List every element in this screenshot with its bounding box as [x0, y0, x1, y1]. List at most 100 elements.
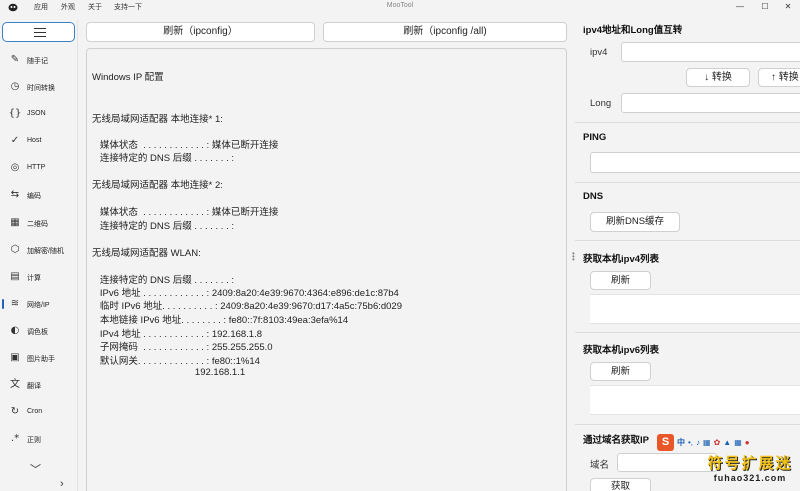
- notepad-icon: ✎: [10, 54, 20, 65]
- check-icon: ✓: [10, 135, 20, 146]
- mootool-window: 应用 外观 关于 支持一下 MooTool — ☐ ✕ ✎ 随手记 ◷ 时间转换 {} J…: [0, 0, 800, 491]
- watermark-title: 符号扩展迷: [707, 455, 793, 472]
- ipconfig-output[interactable]: Windows IP 配置 无线局域网适配器 本地连接* 1: 媒体状态 . .…: [86, 48, 567, 491]
- ipv4-list: [590, 294, 800, 324]
- sidebar-item-label: Host: [27, 137, 42, 144]
- refresh-ipconfig-button[interactable]: 刷新（ipconfig）: [86, 22, 315, 42]
- sogou-ime-icon[interactable]: S: [657, 433, 674, 451]
- sidebar-item[interactable]: {} JSON: [0, 103, 78, 125]
- title-bar: 应用 外观 关于 支持一下 MooTool — ☐ ✕: [0, 0, 800, 14]
- output-line: 192.168.1.1: [92, 367, 246, 378]
- get-ip-button[interactable]: 获取: [590, 478, 651, 491]
- refresh-ipconfig-all-button[interactable]: 刷新（ipconfig /all): [323, 22, 567, 42]
- output-line: 连接特定的 DNS 后缀 . . . . . . . :: [92, 221, 234, 232]
- palette-icon: ◐: [10, 325, 20, 336]
- sidebar-item-label: 二维码: [27, 221, 48, 228]
- sidebar-item-label: 加解密/随机: [27, 248, 64, 255]
- regex-icon: .*: [10, 433, 20, 444]
- sidebar-item[interactable]: ✓ Host: [0, 130, 78, 152]
- clock-icon: ◷: [10, 81, 20, 92]
- sidebar-item[interactable]: ▦ 二维码: [0, 212, 78, 234]
- ipv4-list-title: 获取本机ipv4列表: [583, 254, 660, 265]
- keyboard-icon[interactable]: ▦: [703, 438, 711, 447]
- output-line: 连接特定的 DNS 后缀 . . . . . . . :: [92, 153, 234, 164]
- output-line: 媒体状态 . . . . . . . . . . . . : 媒体已断开连接: [92, 140, 279, 151]
- sidebar-item[interactable]: ▣ 图片助手: [0, 347, 78, 369]
- sidebar-item[interactable]: .* 正则: [0, 428, 78, 450]
- output-line: 默认网关. . . . . . . . . . . . . : fe80::1%…: [92, 356, 260, 367]
- ime-punct[interactable]: •,: [688, 438, 693, 447]
- divider: [575, 332, 800, 333]
- gift-icon[interactable]: ✿: [714, 438, 721, 447]
- ipv6-list-title: 获取本机ipv6列表: [583, 345, 660, 356]
- ime-mode[interactable]: 中: [677, 437, 685, 448]
- calculator-icon: ▤: [10, 271, 20, 282]
- shirt-icon[interactable]: ▲: [723, 438, 731, 447]
- image-icon: ▣: [10, 352, 20, 363]
- ime-toolbar: S 中 •, ♪ ▦ ✿ ▲ ▦ ●: [657, 433, 750, 451]
- ipv4-input[interactable]: [621, 42, 800, 62]
- to-long-button[interactable]: ↓ 转换: [686, 68, 750, 87]
- domain-ip-title: 通过域名获取IP: [583, 435, 649, 446]
- sidebar-item[interactable]: 文翻译: [0, 374, 78, 396]
- microphone-icon[interactable]: ♪: [696, 438, 700, 447]
- output-line: IPv6 地址 . . . . . . . . . . . . : 2409:8…: [92, 288, 399, 299]
- sidebar-item[interactable]: ◷ 时间转换: [0, 76, 78, 98]
- output-line: 媒体状态 . . . . . . . . . . . . : 媒体已断开连接: [92, 207, 279, 218]
- long-input[interactable]: [621, 93, 800, 113]
- sidebar: ✎ 随手记 ◷ 时间转换 {} JSON ✓ Host ◎ HTTP ⇆ 编码 ▦ 二维码 ⬡ 加解密/随机 ▤…: [0, 20, 78, 491]
- sidebar-item[interactable]: ⇆ 编码: [0, 184, 78, 206]
- sidebar-item-label: 调色板: [27, 329, 48, 336]
- sidebar-item[interactable]: ✎ 随手记: [0, 49, 78, 71]
- sidebar-item-label: 随手记: [27, 58, 48, 65]
- wifi-icon: ≋: [10, 298, 20, 309]
- grid-icon[interactable]: ▦: [734, 438, 742, 447]
- sidebar-item[interactable]: ▤ 计算: [0, 266, 78, 288]
- chevron-right-icon[interactable]: ›: [60, 478, 64, 490]
- refresh-ipv6-button[interactable]: 刷新: [590, 362, 651, 381]
- ipv4-long-title: ipv4地址和Long值互转: [583, 25, 683, 36]
- swap-icon: ⇆: [10, 189, 20, 200]
- sidebar-item-label: 计算: [27, 275, 41, 282]
- output-line: 无线局域网适配器 WLAN:: [92, 248, 201, 259]
- to-ipv4-button[interactable]: ↑ 转换: [758, 68, 800, 87]
- globe-icon: ◎: [10, 162, 20, 173]
- refresh-ipv4-button[interactable]: 刷新: [590, 271, 651, 290]
- sidebar-item-label: Cron: [27, 408, 43, 415]
- sidebar-item-label: HTTP: [27, 164, 46, 171]
- sidebar-item[interactable]: ↻ Cron: [0, 401, 78, 423]
- ipv6-list: [590, 385, 800, 415]
- ping-input[interactable]: [590, 152, 800, 173]
- minimize-button[interactable]: —: [730, 0, 750, 14]
- output-line: Windows IP 配置: [92, 72, 164, 83]
- close-button[interactable]: ✕: [778, 0, 798, 14]
- divider: [575, 122, 800, 123]
- watermark-url: fuhao321.com: [713, 473, 787, 483]
- sidebar-item[interactable]: ≋ 网络/IP: [0, 293, 78, 315]
- translate-icon: 文: [10, 379, 20, 390]
- dns-title: DNS: [583, 191, 604, 202]
- sidebar-item-label: JSON: [27, 110, 46, 117]
- flush-dns-button[interactable]: 刷新DNS缓存: [590, 212, 680, 232]
- output-line: IPv4 地址 . . . . . . . . . . . . : 192.16…: [92, 329, 263, 340]
- long-label: Long: [590, 98, 612, 109]
- output-line: 本地链接 IPv6 地址. . . . . . . . : fe80::7f:8…: [92, 315, 349, 326]
- maximize-button[interactable]: ☐: [755, 0, 775, 14]
- output-line: 无线局域网适配器 本地连接* 2:: [92, 180, 223, 191]
- ping-title: PING: [583, 132, 607, 143]
- cube-icon: ⬡: [10, 244, 20, 255]
- sidebar-item[interactable]: ◎ HTTP: [0, 157, 78, 179]
- window-title: MooTool: [386, 2, 414, 9]
- output-line: 连接特定的 DNS 后缀 . . . . . . . :: [92, 275, 234, 286]
- sidebar-item[interactable]: ⬡ 加解密/随机: [0, 239, 78, 261]
- sidebar-item[interactable]: ◐ 调色板: [0, 320, 78, 342]
- sidebar-item-label: 正则: [27, 437, 41, 444]
- avatar-icon[interactable]: ●: [745, 438, 750, 447]
- sidebar-item-label: 图片助手: [27, 356, 55, 363]
- output-line: 无线局域网适配器 本地连接* 1:: [92, 114, 223, 125]
- output-line: 临时 IPv6 地址. . . . . . . . . . : 2409:8a2…: [92, 301, 403, 312]
- chevron-down-icon[interactable]: ﹀: [30, 461, 41, 477]
- sidebar-item-label: 网络/IP: [27, 302, 50, 309]
- menu-toggle-button[interactable]: [2, 22, 75, 42]
- divider: [575, 240, 800, 241]
